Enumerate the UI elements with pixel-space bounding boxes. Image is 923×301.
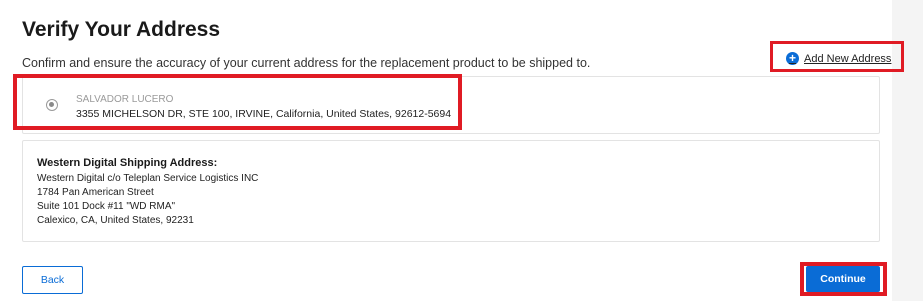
wd-shipping-line: Western Digital c/o Teleplan Service Log… bbox=[37, 173, 259, 184]
page-subtitle: Confirm and ensure the accuracy of your … bbox=[22, 56, 591, 70]
wd-shipping-line: Calexico, CA, United States, 92231 bbox=[37, 215, 194, 226]
highlight-box-add-address bbox=[770, 41, 904, 72]
highlight-box-address bbox=[13, 74, 462, 130]
highlight-box-continue bbox=[800, 262, 887, 296]
wd-shipping-heading: Western Digital Shipping Address: bbox=[37, 157, 218, 169]
page-title: Verify Your Address bbox=[22, 18, 221, 41]
wd-shipping-line: 1784 Pan American Street bbox=[37, 187, 154, 198]
back-button[interactable]: Back bbox=[22, 266, 83, 294]
wd-shipping-line: Suite 101 Dock #11 "WD RMA" bbox=[37, 201, 176, 212]
